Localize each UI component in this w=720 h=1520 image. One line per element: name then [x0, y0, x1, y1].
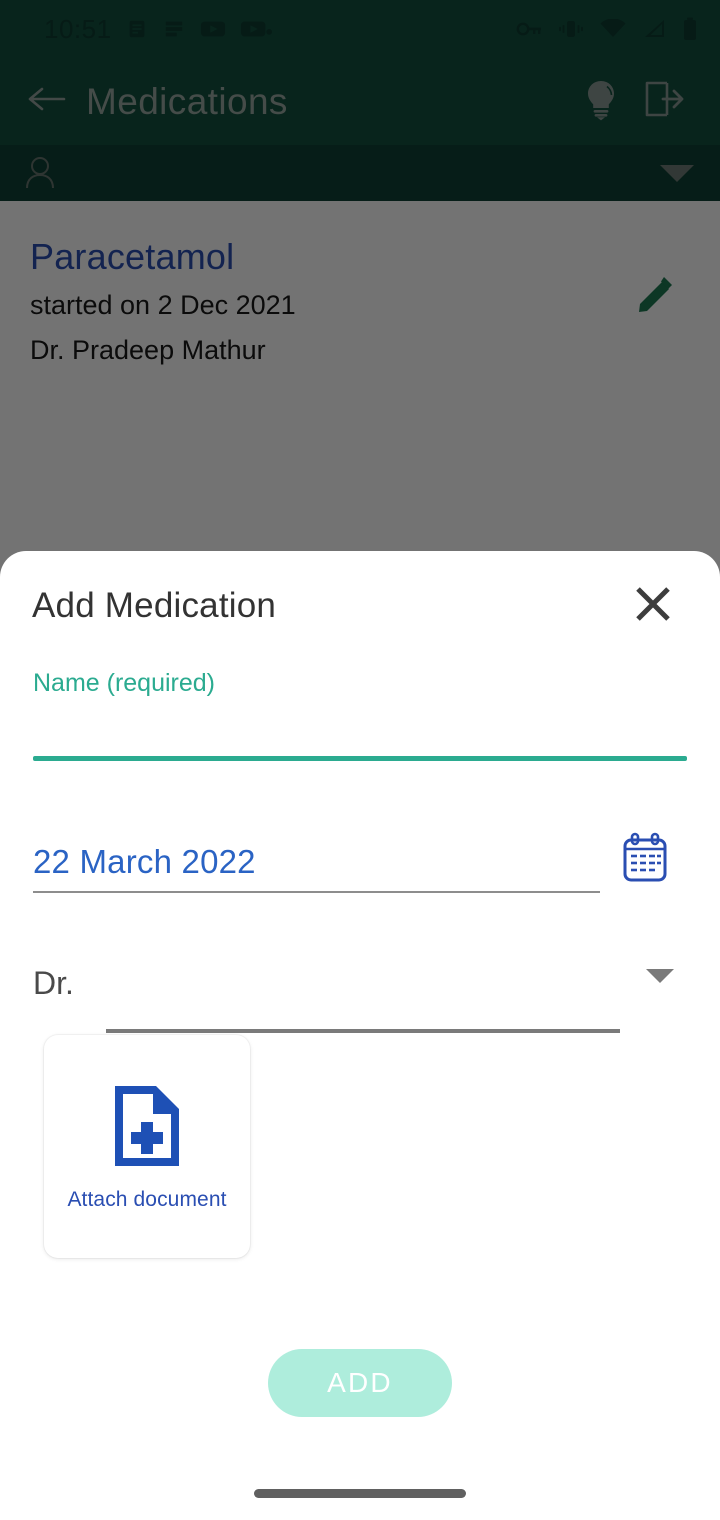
chevron-down-icon[interactable]	[646, 969, 674, 983]
close-sheet-button[interactable]	[624, 577, 682, 635]
phone-screen: 10:51	[0, 0, 720, 1520]
date-field-group: 22 March 2022	[32, 823, 688, 893]
date-field-wrap[interactable]: 22 March 2022	[32, 825, 600, 893]
sheet-title: Add Medication	[32, 586, 277, 625]
calendar-picker-button[interactable]	[618, 831, 672, 889]
attach-document-card[interactable]: Attach document	[44, 1035, 250, 1258]
name-field-group: Name (required)	[32, 669, 688, 761]
doctor-field-underline	[106, 1029, 620, 1033]
close-icon	[631, 582, 675, 631]
home-gesture-bar[interactable]	[254, 1489, 466, 1498]
calendar-icon	[621, 832, 669, 889]
add-medication-sheet: Add Medication Name (required) 22 March …	[0, 551, 720, 1520]
date-value: 22 March 2022	[33, 843, 256, 880]
sheet-header: Add Medication	[32, 551, 688, 661]
doctor-prefix-label: Dr.	[33, 965, 74, 1001]
doctor-field-group[interactable]: Dr.	[32, 959, 688, 1033]
name-field-label: Name (required)	[33, 669, 216, 697]
name-field-underline	[33, 756, 687, 761]
date-field-underline	[33, 891, 600, 893]
name-input[interactable]	[33, 713, 687, 757]
attach-document-label: Attach document	[67, 1187, 227, 1211]
document-add-icon	[110, 1082, 184, 1170]
add-button[interactable]: ADD	[268, 1349, 452, 1417]
